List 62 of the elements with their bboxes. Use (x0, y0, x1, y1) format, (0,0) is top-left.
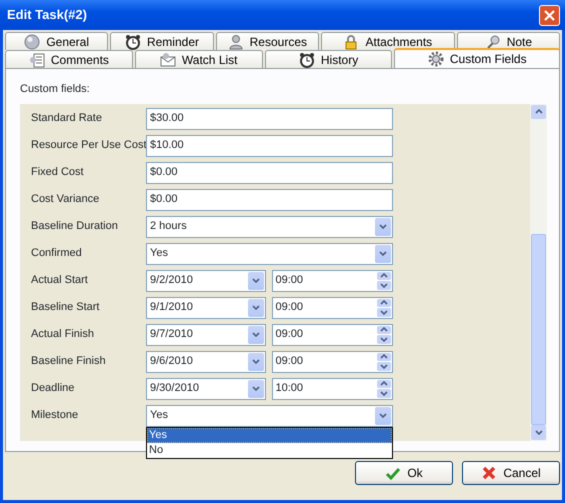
tab[interactable]: Comments (5, 50, 133, 68)
field-label: Cost Variance (31, 192, 100, 208)
tab[interactable]: Custom Fields (394, 48, 560, 68)
field-label: Resource Per Use Cost (31, 138, 146, 154)
time-field[interactable]: 09:00 (272, 296, 392, 318)
close-icon (544, 10, 555, 20)
field-label: Baseline Duration (31, 219, 119, 234)
field-label: Baseline Start (31, 300, 100, 316)
tab[interactable]: Attachments (320, 32, 455, 50)
field-label: Deadline (31, 381, 76, 396)
scroll-up-button[interactable] (531, 104, 546, 119)
scrollbar-thumb[interactable] (531, 234, 546, 426)
dropdown-option[interactable]: No (147, 442, 392, 458)
field-label: Fixed Cost (31, 165, 85, 180)
tab[interactable]: Reminder (110, 32, 214, 50)
combo-box[interactable]: Yes (146, 242, 393, 264)
sphere-icon (24, 34, 40, 50)
scroll-down-button[interactable] (531, 425, 546, 440)
text-field[interactable]: $0.00 (146, 188, 393, 210)
text-field[interactable]: $10.00 (146, 134, 393, 156)
person-icon (228, 34, 244, 50)
down-caret-icon (534, 430, 542, 435)
section-label: Custom fields: (20, 82, 90, 97)
field-label: Baseline Finish (31, 354, 107, 370)
padlock-icon (343, 34, 360, 50)
date-picker[interactable]: 9/7/2010 (146, 324, 266, 346)
clock-icon (124, 34, 141, 50)
dialog-button[interactable]: Ok (355, 461, 453, 485)
text-field[interactable]: $0.00 (146, 162, 393, 184)
time-field[interactable]: 09:00 (272, 350, 392, 372)
field-label: Standard Rate (31, 111, 103, 126)
field-label: Confirmed (31, 246, 83, 262)
time-field[interactable]: 09:00 (272, 270, 392, 292)
tab[interactable]: General (5, 32, 108, 50)
text-field[interactable]: $30.00 (146, 108, 393, 130)
close-button[interactable] (539, 4, 560, 26)
spinner-icon (376, 298, 392, 318)
date-picker[interactable]: 9/2/2010 (146, 270, 266, 292)
dropdown-option[interactable]: Yes (147, 428, 392, 442)
spinner-icon (376, 352, 392, 372)
field-label: Milestone (31, 408, 80, 424)
date-picker[interactable]: 9/6/2010 (146, 350, 266, 372)
spinner-icon (376, 324, 392, 344)
combo-box[interactable]: 2 hours (146, 216, 393, 238)
tab[interactable]: History (264, 50, 392, 68)
time-field[interactable]: 09:00 (272, 324, 392, 346)
field-label: Actual Finish (31, 327, 95, 342)
spinner-icon (376, 378, 392, 398)
tab[interactable]: Watch List (134, 50, 263, 68)
check-icon (385, 465, 402, 481)
date-picker[interactable]: 9/30/2010 (146, 378, 266, 400)
combo-box[interactable]: Yes (146, 404, 393, 426)
up-caret-icon (534, 109, 542, 114)
window-title: Edit Task(#2) (7, 6, 87, 24)
field-label: Actual Start (31, 273, 89, 288)
spinner-icon (376, 270, 392, 290)
cross-icon (481, 465, 498, 481)
dialog-button[interactable]: Cancel (462, 461, 560, 485)
date-picker[interactable]: 9/1/2010 (146, 296, 266, 318)
gear-icon (428, 51, 444, 67)
tab[interactable]: Resources (216, 32, 319, 50)
time-field[interactable]: 10:00 (272, 378, 392, 400)
